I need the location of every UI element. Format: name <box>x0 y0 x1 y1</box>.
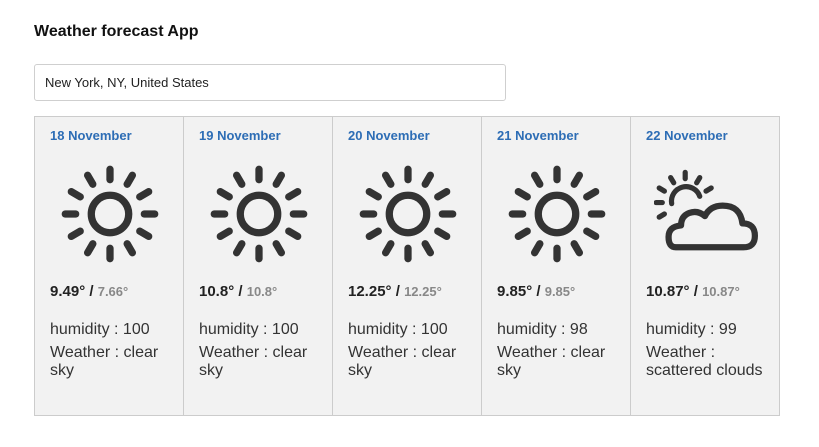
temperature-line: 10.8° / 10.8° <box>199 283 278 300</box>
forecast-date: 18 November <box>50 128 132 143</box>
max-temperature: 9.49° <box>50 283 86 300</box>
forecast-card: 21 November 9.85° / 9.85° humidity : 98 … <box>481 116 631 416</box>
partly-cloudy-icon <box>654 169 758 251</box>
app-title: Weather forecast App <box>34 23 199 40</box>
min-temperature: 9.85° <box>544 284 576 299</box>
temperature-line: 9.49° / 7.66° <box>50 283 129 300</box>
sun-icon <box>210 165 308 263</box>
humidity-text: humidity : 100 <box>348 321 448 338</box>
weather-description: Weather : clear sky <box>348 344 457 379</box>
weather-description: Weather : scattered clouds <box>646 344 763 379</box>
max-temperature: 9.85° <box>497 283 533 300</box>
max-temperature: 10.8° <box>199 283 235 300</box>
forecast-date: 19 November <box>199 128 281 143</box>
humidity-text: humidity : 100 <box>50 321 150 338</box>
min-temperature: 10.87° <box>702 284 740 299</box>
temperature-line: 12.25° / 12.25° <box>348 283 442 300</box>
weather-description: Weather : clear sky <box>199 344 308 379</box>
location-search-input[interactable] <box>34 64 506 101</box>
sun-icon <box>508 165 606 263</box>
sun-icon <box>61 165 159 263</box>
max-temperature: 12.25° <box>348 283 392 300</box>
forecast-date: 20 November <box>348 128 430 143</box>
humidity-text: humidity : 98 <box>497 321 588 338</box>
forecast-card: 18 November 9.49° / 7.66° humidity : 100… <box>34 116 184 416</box>
min-temperature: 10.8° <box>246 284 278 299</box>
temperature-line: 9.85° / 9.85° <box>497 283 576 300</box>
sun-icon <box>359 165 457 263</box>
min-temperature: 12.25° <box>404 284 442 299</box>
forecast-date: 21 November <box>497 128 579 143</box>
forecast-date: 22 November <box>646 128 728 143</box>
forecast-row: 18 November 9.49° / 7.66° humidity : 100… <box>34 116 784 416</box>
weather-description: Weather : clear sky <box>497 344 606 379</box>
temperature-line: 10.87° / 10.87° <box>646 283 740 300</box>
min-temperature: 7.66° <box>97 284 129 299</box>
max-temperature: 10.87° <box>646 283 690 300</box>
humidity-text: humidity : 100 <box>199 321 299 338</box>
forecast-card: 19 November 10.8° / 10.8° humidity : 100… <box>183 116 333 416</box>
forecast-card: 20 November 12.25° / 12.25° humidity : 1… <box>332 116 482 416</box>
forecast-card: 22 November 10.87° / 10.87° humidity : 9… <box>630 116 780 416</box>
weather-description: Weather : clear sky <box>50 344 159 379</box>
humidity-text: humidity : 99 <box>646 321 737 338</box>
